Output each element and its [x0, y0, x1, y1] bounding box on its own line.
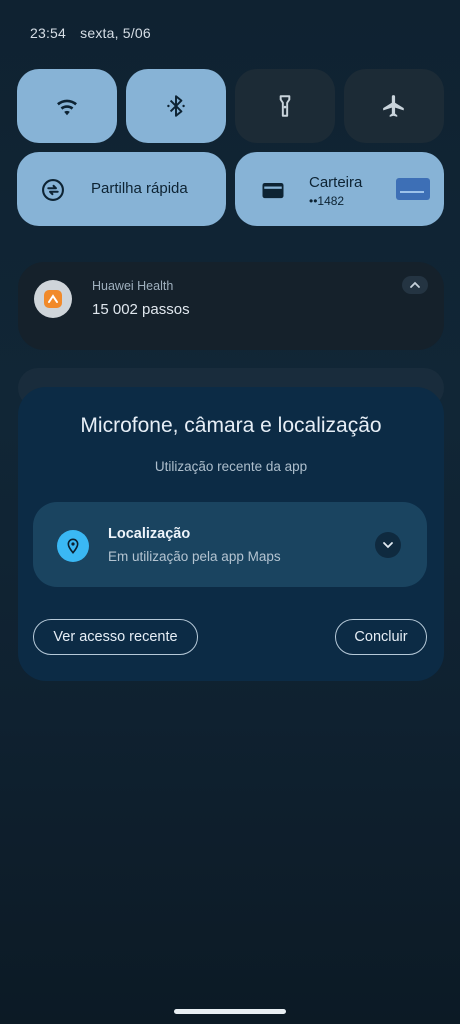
notification-card[interactable]: Huawei Health 15 002 passos: [18, 262, 444, 350]
notification-text: 15 002 passos: [92, 301, 190, 318]
expand-usage-button[interactable]: [375, 532, 401, 558]
permission-name: Localização: [108, 526, 191, 542]
airplane-tile[interactable]: [344, 69, 444, 143]
location-badge: [57, 530, 89, 562]
chevron-up-icon: [410, 281, 420, 288]
huawei-health-icon: [44, 290, 62, 308]
flashlight-tile[interactable]: [235, 69, 335, 143]
home-gesture-bar[interactable]: [174, 1009, 286, 1014]
collapse-button[interactable]: [402, 276, 428, 294]
clock: 23:54: [30, 25, 67, 41]
flashlight-icon: [279, 95, 291, 117]
privacy-dialog: Microfone, câmara e localização Utilizaç…: [18, 387, 444, 681]
done-button[interactable]: Concluir: [335, 619, 427, 655]
notification-app-name: Huawei Health: [92, 279, 174, 293]
permission-detail: Em utilização pela app Maps: [108, 549, 281, 564]
bluetooth-tile[interactable]: [126, 69, 226, 143]
dialog-subtitle: Utilização recente da app: [154, 459, 308, 474]
wallet-label: Carteira: [309, 174, 363, 191]
airplane-icon: [383, 95, 404, 117]
bluetooth-icon: [167, 95, 185, 117]
location-pin-icon: [67, 538, 79, 554]
credit-card-icon: [396, 178, 430, 200]
date: sexta, 5/06: [80, 25, 151, 41]
wifi-icon: [57, 99, 77, 116]
dialog-title: Microfone, câmara e localização: [80, 414, 382, 437]
nearby-share-tile[interactable]: Partilha rápida: [17, 152, 226, 226]
nearby-share-label: Partilha rápida: [91, 180, 188, 197]
wallet-icon: [262, 183, 284, 199]
status-bar: 23:54 sexta, 5/06: [30, 25, 161, 41]
app-icon: [34, 280, 72, 318]
chevron-down-icon: [383, 542, 393, 549]
nearby-share-icon: [42, 179, 64, 201]
wifi-tile[interactable]: [17, 69, 117, 143]
location-usage-item[interactable]: Localização Em utilização pela app Maps: [33, 502, 427, 587]
wallet-tile[interactable]: Carteira ••1482: [235, 152, 444, 226]
recent-access-button[interactable]: Ver acesso recente: [33, 619, 198, 655]
wallet-card-number: ••1482: [309, 194, 345, 208]
